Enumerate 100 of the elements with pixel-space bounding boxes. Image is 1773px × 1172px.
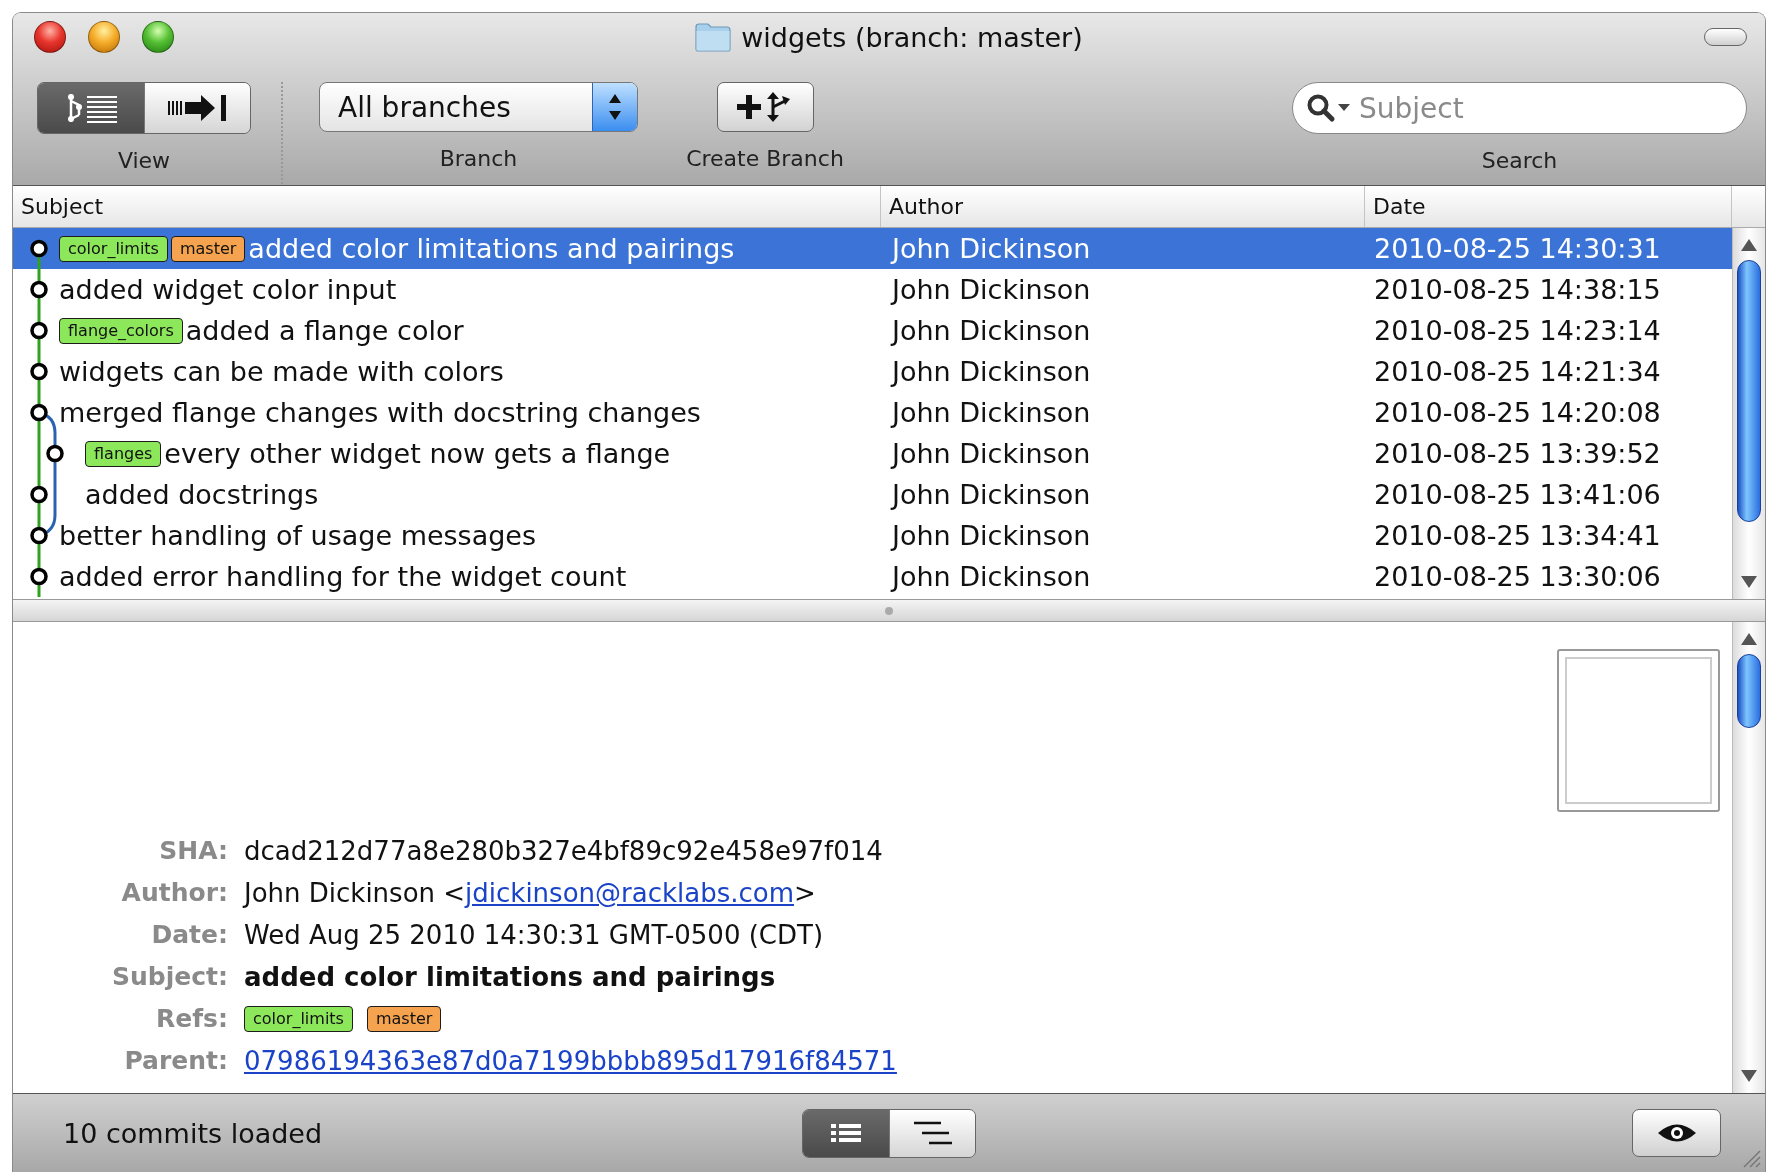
ref-tag[interactable]: master (366, 1006, 442, 1032)
field-value: added color limitations and pairings (244, 961, 777, 994)
ref-tag[interactable]: color_limits (59, 235, 168, 262)
commit-subject: widgets can be made with colors (59, 356, 504, 387)
commit-subject: added widget color input (59, 274, 397, 305)
commit-date: 2010-08-25 13:39:52 (1373, 438, 1662, 469)
column-header[interactable]: Author (881, 186, 1365, 227)
list-view-button[interactable] (803, 1109, 889, 1157)
commit-row[interactable]: better handling of usage messages John Dickinson 2010-08-25 13:34:41 (13, 515, 1732, 556)
ref-tag[interactable]: flanges (85, 440, 162, 467)
commit-date: 2010-08-25 13:41:06 (1373, 479, 1662, 510)
toolbar-label: Branch (439, 146, 518, 172)
commit-subject: added a flange color (185, 315, 464, 346)
scroll-up-arrow-icon[interactable] (1740, 632, 1758, 646)
create-branch-button[interactable] (716, 82, 814, 132)
commit-node (30, 403, 48, 422)
close-button[interactable] (34, 21, 66, 53)
field-value: Wed Aug 25 2010 14:30:31 GMT-0500 (CDT) (244, 919, 825, 952)
scrollbar-thumb[interactable] (1737, 654, 1761, 728)
list-view-icon (830, 1122, 862, 1144)
commit-author: John Dickinson (889, 561, 1092, 592)
stepper-arrows-icon (607, 92, 623, 122)
column-header[interactable]: Date (1365, 186, 1732, 227)
commit-subject: merged flange changes with docstring changes (59, 397, 701, 428)
commit-subject: added color limitations and pairings (248, 233, 735, 264)
email-link[interactable]: jdickinson@racklabs.com (465, 878, 794, 908)
commit-node (46, 444, 64, 463)
commit-node (30, 485, 48, 504)
outline-view-icon (912, 1120, 953, 1146)
commit-row[interactable]: flanges every other widget now gets a flange John Dickinson 2010-08-25 13:39:52 (13, 433, 1732, 474)
commit-author: John Dickinson (889, 479, 1092, 510)
field-label: Subject: (111, 961, 228, 993)
commit-date: 2010-08-25 13:30:06 (1373, 561, 1662, 592)
eye-icon (1656, 1122, 1697, 1144)
quick-look-button[interactable] (1632, 1109, 1721, 1157)
toolbar-label: Search (1481, 148, 1558, 174)
folder-icon (695, 22, 732, 52)
commit-subject: added error handling for the widget count (59, 561, 627, 592)
plus-branch-icon (737, 91, 793, 123)
commit-node (30, 362, 48, 381)
scroll-down-arrow-icon[interactable] (1740, 575, 1758, 589)
commit-row[interactable]: added error handling for the widget count John Dickinson 2010-08-25 13:30:06 (13, 556, 1732, 597)
zoom-button[interactable] (142, 21, 174, 53)
commit-row[interactable]: added docstrings John Dickinson 2010-08-25 13:41:06 (13, 474, 1732, 515)
status-text: 10 commits loaded (62, 1117, 324, 1149)
window-title: widgets (branch: master) (741, 21, 1083, 53)
commit-view-button[interactable] (144, 83, 250, 133)
commit-row[interactable]: flange_colors added a flange color John Dickinson 2010-08-25 14:23:14 (13, 310, 1732, 351)
ref-tag[interactable]: color_limits (244, 1006, 353, 1032)
field-value: dcad212d77a8e280b327e4bf89c92e458e97f014 (244, 835, 884, 868)
ref-tag[interactable]: master (170, 235, 246, 262)
commit-subject: better handling of usage messages (59, 520, 537, 551)
search-icon (1306, 92, 1352, 124)
outline-view-button[interactable] (889, 1109, 975, 1157)
commit-author: John Dickinson (889, 233, 1092, 264)
branch-dropdown[interactable]: All branches (319, 82, 638, 132)
commit-author: John Dickinson (889, 438, 1092, 469)
commit-node (30, 239, 48, 258)
scrollbar[interactable] (1732, 228, 1765, 599)
commit-author: John Dickinson (889, 356, 1092, 387)
commit-subject: added docstrings (85, 479, 319, 510)
toolbar-label: Create Branch (686, 146, 844, 172)
commit-date: 2010-08-25 14:23:14 (1373, 315, 1662, 346)
commit-node (30, 567, 48, 586)
commit-row[interactable]: merged flange changes with docstring changes John Dickinson 2010-08-25 14:20:08 (13, 392, 1732, 433)
ref-tag[interactable]: flange_colors (59, 317, 183, 344)
commit-node (30, 321, 48, 340)
scroll-up-arrow-icon[interactable] (1740, 238, 1758, 252)
commit-author: John Dickinson (889, 520, 1092, 551)
commit-row[interactable]: widgets can be made with colors John Dickinson 2010-08-25 14:21:34 (13, 351, 1732, 392)
scrollbar-thumb[interactable] (1737, 260, 1761, 522)
commit-node (30, 526, 48, 545)
author-value: John Dickinson <jdickinson@racklabs.com> (244, 877, 817, 910)
sha-link[interactable]: 07986194363e87d0a7199bbbb895d17916f84571 (244, 1046, 897, 1076)
commit-date: 2010-08-25 14:21:34 (1373, 356, 1662, 387)
column-header[interactable]: Subject (13, 186, 881, 227)
minimize-button[interactable] (88, 21, 120, 53)
toolbar-label: View (117, 148, 171, 174)
toolbar-toggle-button[interactable] (1704, 28, 1747, 46)
history-view-button[interactable] (38, 83, 144, 133)
commit-date: 2010-08-25 13:34:41 (1373, 520, 1662, 551)
commit-node (30, 280, 48, 299)
commit-row[interactable]: added widget color input John Dickinson 2010-08-25 14:38:15 (13, 269, 1732, 310)
search-field[interactable]: Subject (1292, 82, 1747, 134)
commit-date: 2010-08-25 14:20:08 (1373, 397, 1662, 428)
scrollbar[interactable] (1732, 622, 1765, 1093)
commit-row[interactable]: color_limits master added color limitations and pairings John Dickinson 2010-08-25 14:30:31 (13, 228, 1732, 269)
field-label: SHA: (158, 835, 228, 867)
commit-view-icon (166, 93, 229, 123)
commit-date: 2010-08-25 14:30:31 (1373, 233, 1662, 264)
field-label: Date: (150, 919, 228, 951)
field-label: Refs: (155, 1003, 228, 1035)
field-label: Author: (120, 877, 228, 909)
field-label: Parent: (123, 1045, 228, 1077)
commit-subject: every other widget now gets a flange (164, 438, 671, 469)
commit-author: John Dickinson (889, 274, 1092, 305)
commit-author: John Dickinson (889, 315, 1092, 346)
commit-date: 2010-08-25 14:38:15 (1373, 274, 1662, 305)
scroll-down-arrow-icon[interactable] (1740, 1069, 1758, 1083)
commit-author: John Dickinson (889, 397, 1092, 428)
